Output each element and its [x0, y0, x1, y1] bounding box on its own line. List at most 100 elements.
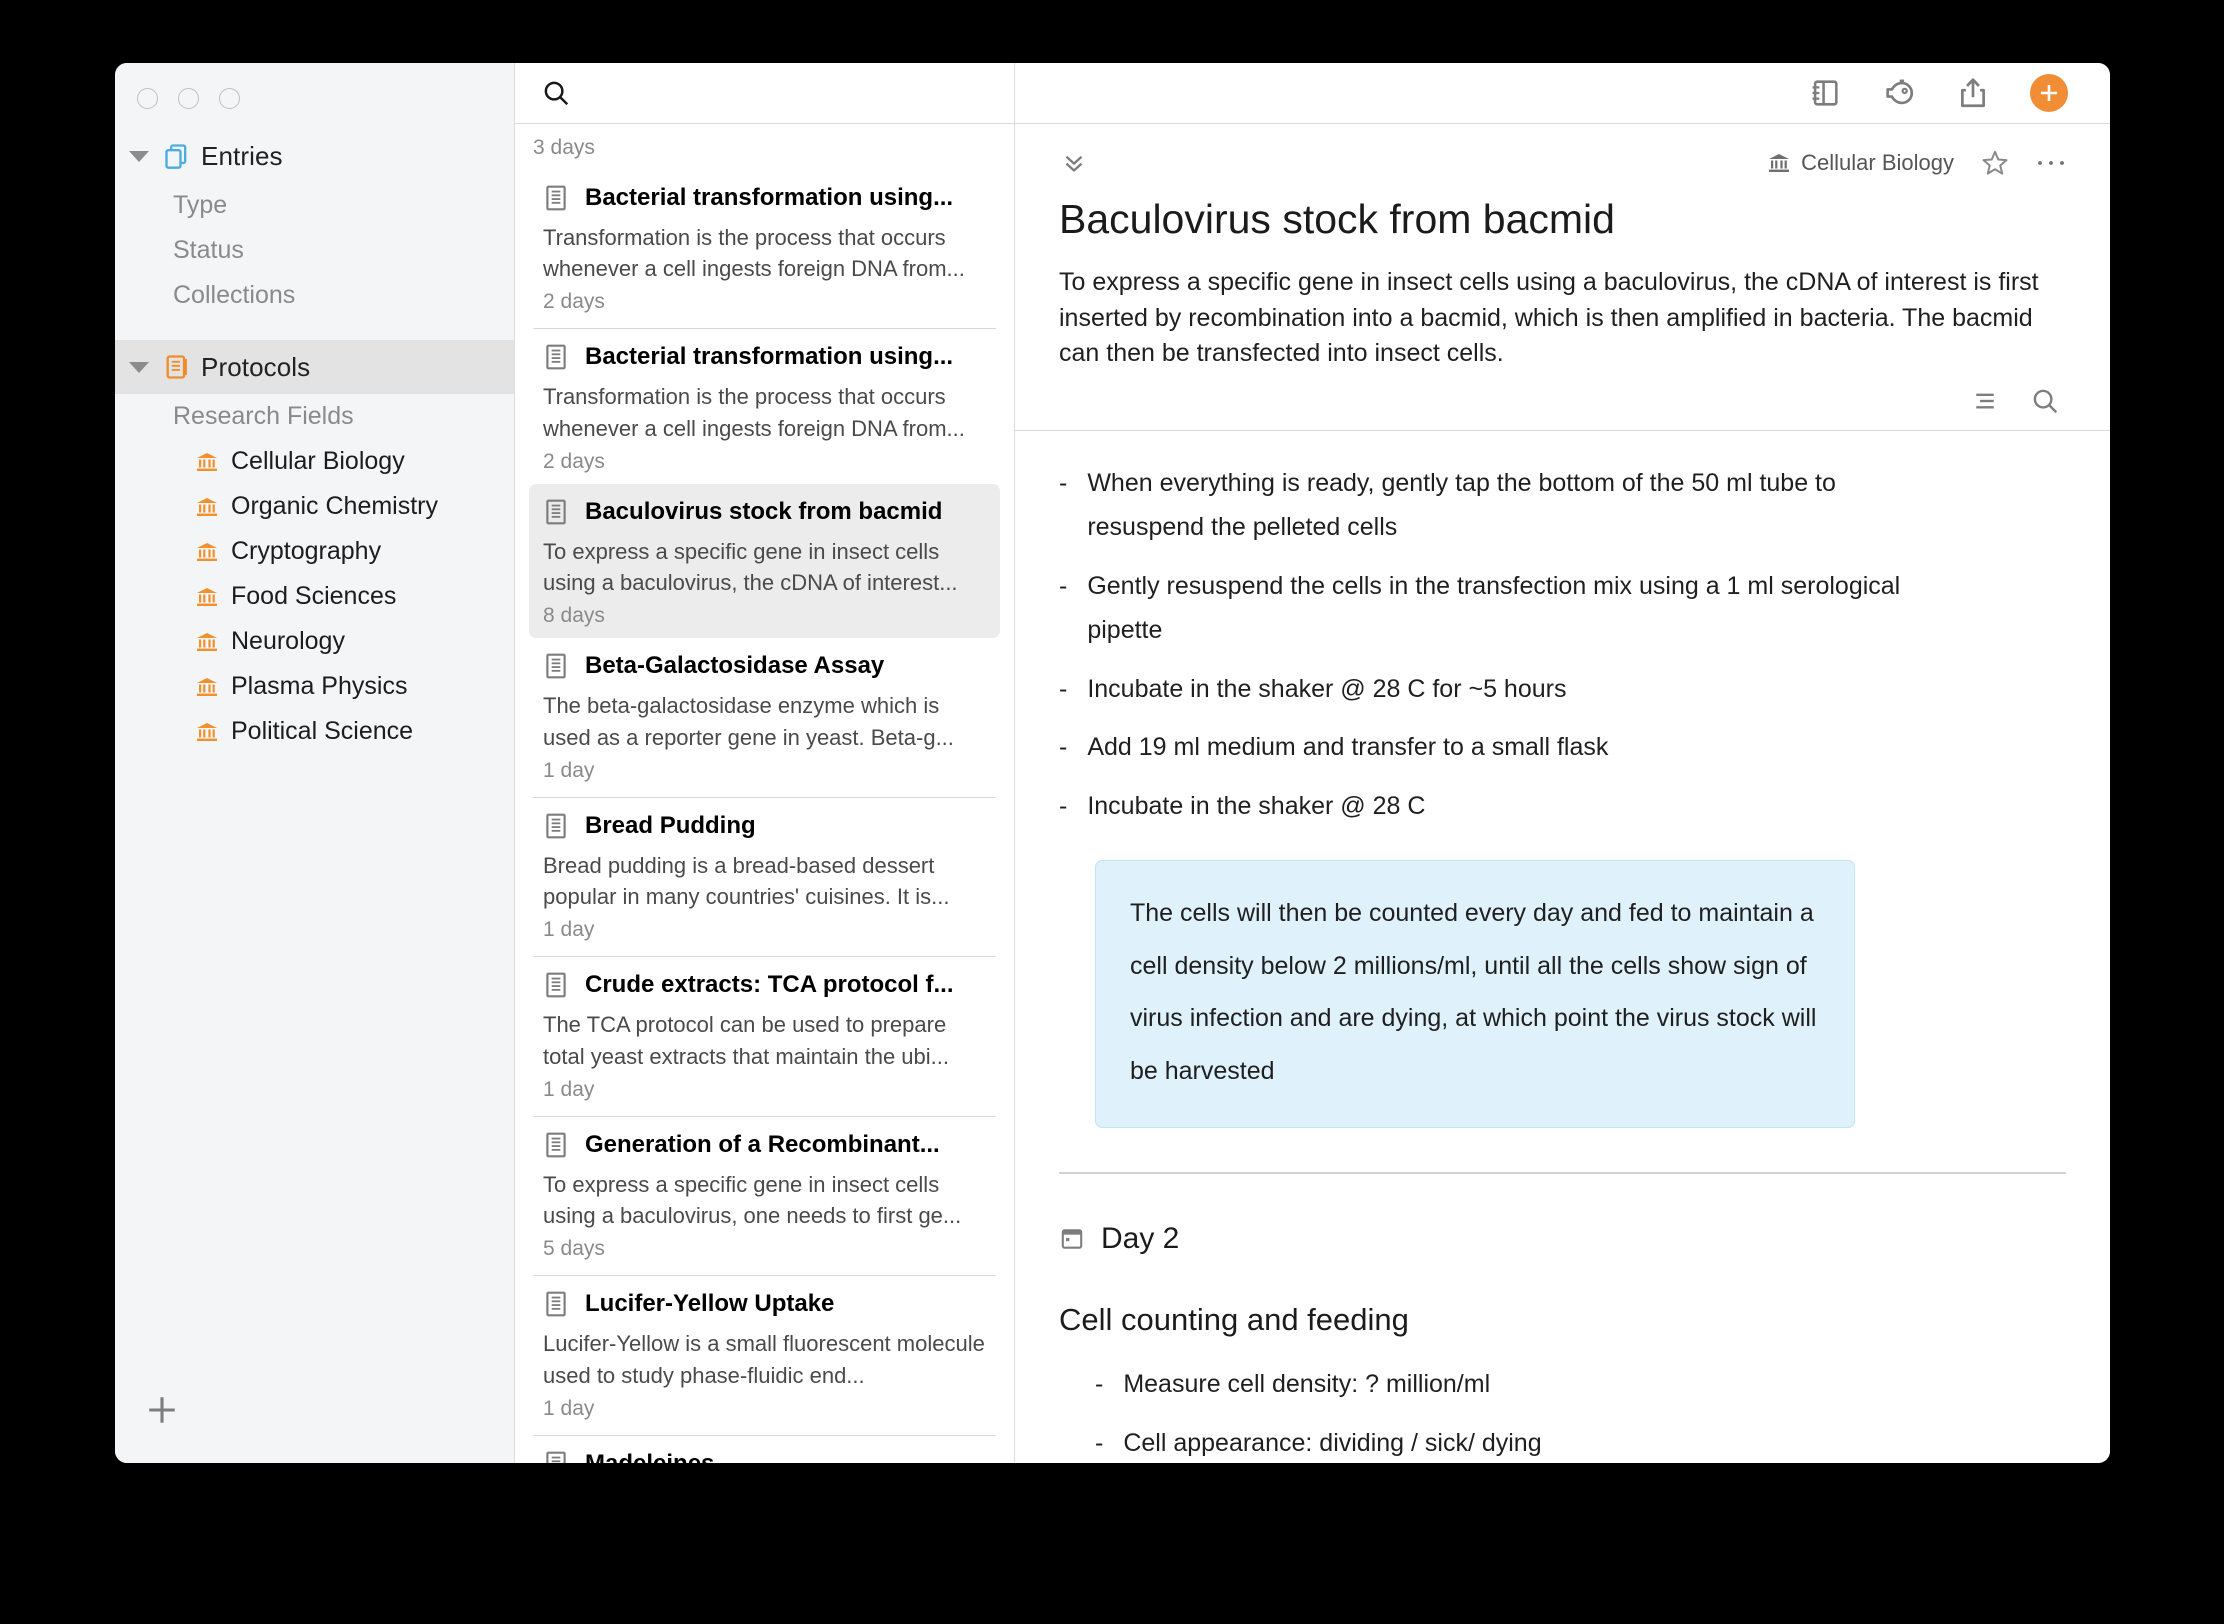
- stacked-pages-icon: [165, 144, 187, 169]
- protocol-step: - Add 19 ml medium and transfer to a smal…: [1059, 725, 1919, 770]
- outline-icon[interactable]: [1970, 386, 2000, 416]
- list-item-head: Bacterial transformation using...: [543, 343, 986, 371]
- list-item-title: Bacterial transformation using...: [585, 184, 954, 211]
- sidebar-item-collections[interactable]: Collections: [115, 273, 514, 318]
- bank-icon: [197, 722, 217, 741]
- list-item-title: Bacterial transformation using...: [585, 343, 954, 371]
- bullet-dash: -: [1059, 791, 1068, 820]
- detail-abstract: To express a specific gene in insect cel…: [1059, 268, 2039, 367]
- sidebar-item-cellular-biology[interactable]: Cellular Biology: [115, 439, 514, 484]
- list-item-title: Generation of a Recombinant...: [585, 1130, 940, 1158]
- protocol-step: - When everything is ready, gently tap th…: [1059, 461, 1919, 550]
- protocol-step-text: Incubate in the shaker @ 28 C: [1087, 791, 1426, 820]
- sidebar-item-political-science[interactable]: Political Science: [115, 709, 514, 754]
- search-icon[interactable]: [541, 78, 571, 108]
- detail-category[interactable]: Cellular Biology: [1767, 150, 1954, 176]
- tag-icon[interactable]: [1882, 76, 1916, 110]
- protocol-step: - Incubate in the shaker @ 28 C: [1059, 784, 1919, 829]
- sidebar-section-protocols[interactable]: Protocols: [115, 340, 514, 394]
- sidebar-section-entries[interactable]: Entries: [115, 129, 514, 183]
- sidebar-item-label: Cryptography: [231, 537, 382, 565]
- bullet-dash: -: [1095, 1370, 1104, 1398]
- disclosure-triangle-icon[interactable]: [129, 361, 149, 373]
- list-item-snippet: Transformation is the process that occur…: [543, 384, 965, 441]
- sidebar-item-label: Plasma Physics: [231, 672, 408, 700]
- sidebar-item-organic-chemistry[interactable]: Organic Chemistry: [115, 484, 514, 529]
- double-chevron-down-icon[interactable]: [1059, 148, 1089, 178]
- list-item-snippet: To express a specific gene in insect cel…: [543, 1171, 962, 1229]
- notebook-panel-icon[interactable]: [1808, 76, 1842, 110]
- ellipsis-icon[interactable]: [2036, 156, 2066, 170]
- day-section-label: Day 2: [1101, 1222, 1180, 1255]
- search-bar[interactable]: [515, 63, 1014, 124]
- sidebar-item-label: Cellular Biology: [231, 447, 405, 475]
- section-divider: [1059, 1172, 2066, 1174]
- sidebar-item-neurology[interactable]: Neurology: [115, 619, 514, 664]
- bank-icon: [197, 677, 217, 696]
- list-item-snippet: The beta-galactosidase enzyme which is u…: [543, 693, 954, 750]
- list-item-title: Madeleines: [585, 1450, 714, 1463]
- sidebar-item-label: Collections: [173, 281, 296, 309]
- protocol-step-text: When everything is ready, gently tap the…: [1087, 468, 1836, 542]
- list-item-title: Crude extracts: TCA protocol f...: [585, 971, 954, 999]
- share-icon[interactable]: [1956, 76, 1990, 110]
- list-item-snippet: The TCA protocol can be used to prepare …: [543, 1012, 949, 1069]
- list-item-date: 1 day: [543, 1396, 595, 1420]
- list-item[interactable]: Bacterial transformation using... Transfo…: [529, 329, 1000, 483]
- sidebar-item-research-fields[interactable]: Research Fields: [115, 394, 514, 439]
- list-item[interactable]: Lucifer-Yellow Uptake Lucifer-Yellow is a…: [529, 1276, 1000, 1430]
- star-outline-icon[interactable]: [1980, 148, 2010, 178]
- app-window: Entries Type Status Collections Protocol…: [115, 63, 2110, 1463]
- list-item[interactable]: Baculovirus stock from bacmid To express …: [529, 483, 1000, 639]
- sidebar-item-plasma-physics[interactable]: Plasma Physics: [115, 664, 514, 709]
- add-item-button[interactable]: [145, 1393, 179, 1427]
- sidebar-item-food-sciences[interactable]: Food Sciences: [115, 574, 514, 619]
- minimize-button[interactable]: [178, 88, 199, 109]
- entry-list-column: 3 days Bacterial transformation using...…: [515, 63, 1015, 1463]
- bullet-dash: -: [1059, 733, 1068, 761]
- bank-icon: [197, 542, 217, 561]
- list-item-date: 2 days: [543, 449, 605, 473]
- protocol-step-text: Measure cell density: ? million/ml: [1123, 1370, 1491, 1398]
- list-item[interactable]: MadeleinesThe Madeleine or Petite Madele…: [529, 1436, 1000, 1463]
- bank-icon: [197, 632, 217, 651]
- protocol-step: - Cell appearance: dividing / sick/ dying: [1095, 1421, 1955, 1464]
- sidebar-item-type[interactable]: Type: [115, 183, 514, 228]
- list-item-head: Bacterial transformation using...: [543, 184, 986, 212]
- list-item-title: Beta-Galactosidase Assay: [585, 652, 885, 680]
- search-in-document-icon[interactable]: [2030, 386, 2060, 416]
- list-item-snippet: To express a specific gene in insect cel…: [543, 538, 958, 596]
- protocol-step-text: Cell appearance: dividing / sick/ dying: [1123, 1428, 1542, 1457]
- list-item-head: Madeleines: [543, 1450, 986, 1463]
- callout-box: The cells will then be counted every day…: [1095, 860, 1855, 1128]
- list-item[interactable]: Generation of a Recombinant... To express…: [529, 1117, 1000, 1271]
- list-item[interactable]: Bacterial transformation using... Transfo…: [529, 170, 1000, 324]
- maximize-button[interactable]: [219, 88, 240, 109]
- document-icon: [546, 185, 566, 211]
- list-item-date: 1 day: [543, 918, 595, 942]
- protocol-step: - Gently resuspend the cells in the trans…: [1059, 564, 1919, 653]
- subsection-heading: Cell counting and feeding: [1059, 1302, 1409, 1337]
- bullet-dash: -: [1059, 468, 1068, 497]
- entry-list[interactable]: 3 days Bacterial transformation using...…: [515, 124, 1014, 1463]
- bank-icon: [1769, 154, 1790, 172]
- list-item[interactable]: Beta-Galactosidase Assay The beta-galacto…: [529, 638, 1000, 792]
- detail-header-tools: [1059, 372, 2066, 430]
- sidebar-item-label: Food Sciences: [231, 582, 397, 610]
- list-item-snippet: Bread pudding is a bread-based dessert p…: [543, 852, 950, 910]
- protocol-step: - Measure cell density: ? million/ml: [1095, 1362, 1955, 1407]
- research-field-list: Cellular Biology Organic Chemistry Cryptog…: [115, 439, 514, 754]
- add-plus-icon[interactable]: [2030, 74, 2068, 112]
- disclosure-triangle-icon[interactable]: [129, 150, 149, 162]
- list-item-head: Crude extracts: TCA protocol f...: [543, 971, 986, 999]
- page-title: Baculovirus stock from bacmid: [1059, 196, 1615, 242]
- list-item-title: Bread Pudding: [585, 811, 756, 839]
- list-item-head: Baculovirus stock from bacmid: [543, 498, 986, 526]
- list-item[interactable]: Bread Pudding Bread pudding is a bread-ba…: [529, 798, 1000, 952]
- list-item[interactable]: Crude extracts: TCA protocol f... The TCA…: [529, 957, 1000, 1111]
- close-button[interactable]: [137, 88, 158, 109]
- sidebar-item-status[interactable]: Status: [115, 228, 514, 273]
- list-item-head: Generation of a Recombinant...: [543, 1131, 986, 1159]
- sidebar-section-label: Entries: [201, 140, 283, 171]
- sidebar-item-cryptography[interactable]: Cryptography: [115, 529, 514, 574]
